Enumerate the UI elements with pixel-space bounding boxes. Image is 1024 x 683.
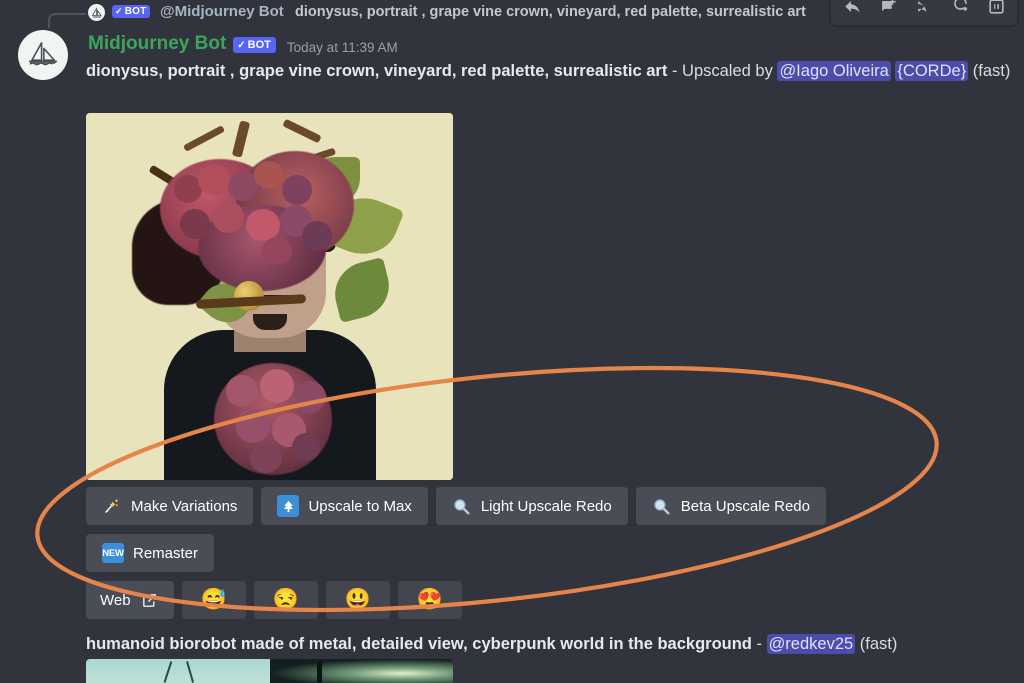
message-separator: - (667, 62, 682, 80)
image-grape (282, 175, 312, 205)
image-grape (260, 369, 294, 403)
midjourney-sailboat-icon (91, 7, 103, 19)
image-grape (302, 221, 332, 251)
mention-user[interactable]: @Iago Oliveira (777, 61, 890, 81)
remaster-button[interactable]: NEW Remaster (86, 534, 214, 572)
more-icon[interactable] (979, 0, 1013, 23)
image-grid-cell (270, 659, 454, 683)
reply-avatar (88, 4, 105, 21)
heart-eyes-emoji-button[interactable]: 😍 (398, 581, 462, 619)
make-variations-label: Make Variations (131, 498, 237, 515)
light-upscale-redo-label: Light Upscale Redo (481, 498, 612, 515)
magnifier-icon (652, 496, 672, 516)
reply-message-preview[interactable]: dionysus, portrait , grape vine crown, v… (295, 4, 855, 20)
beta-upscale-redo-button[interactable]: Beta Upscale Redo (636, 487, 826, 525)
upscale-to-max-button[interactable]: Upscale to Max (261, 487, 427, 525)
unamused-emoji: 😒 (273, 588, 299, 612)
action-row-remaster: NEW Remaster (86, 534, 214, 572)
message-timestamp: Today at 11:39 AM (287, 40, 398, 55)
thread-icon[interactable] (943, 0, 977, 23)
upscaled-by-label: Upscaled by (682, 62, 773, 80)
upscale-arrow-icon (277, 495, 299, 517)
reply-icon[interactable] (835, 0, 869, 23)
image-grape (262, 237, 292, 265)
reply-bot-badge: ✓ BOT (112, 5, 150, 18)
light-upscale-redo-button[interactable]: Light Upscale Redo (436, 487, 628, 525)
sweat-smile-emoji-button[interactable]: 😅 (182, 581, 246, 619)
grinning-emoji-button[interactable]: 😃 (326, 581, 390, 619)
message-content-2: humanoid biorobot made of metal, detaile… (86, 635, 1016, 654)
bot-badge-label: BOT (248, 39, 271, 51)
reply-bot-badge-label: BOT (125, 6, 147, 17)
new-badge-icon: NEW (102, 543, 124, 563)
image-grape (180, 209, 210, 239)
message-author-name[interactable]: Midjourney Bot (88, 33, 226, 55)
reply-spine-connector (48, 13, 86, 28)
image-grape (254, 161, 284, 189)
speed-label: (fast) (973, 62, 1011, 80)
bot-check-icon: ✓ (115, 6, 123, 17)
message-prompt: dionysus, portrait , grape vine crown, v… (86, 62, 667, 80)
image-grape (250, 443, 282, 473)
generated-image-2[interactable] (86, 659, 453, 683)
image-grape (236, 409, 270, 443)
reply-reference-bar[interactable]: ✓ BOT @Midjourney Bot dionysus, portrait… (0, 0, 1024, 28)
web-button[interactable]: Web (86, 581, 174, 619)
message-header: Midjourney Bot ✓ BOT Today at 11:39 AM (88, 33, 398, 55)
image-grape (292, 433, 320, 461)
magnifier-icon (452, 496, 472, 516)
reply-author-name[interactable]: @Midjourney Bot (160, 3, 284, 20)
remaster-label: Remaster (133, 545, 198, 562)
image-beard (253, 314, 287, 330)
midjourney-sailboat-icon (26, 38, 60, 72)
heart-eyes-emoji: 😍 (417, 588, 443, 612)
generated-image[interactable] (86, 113, 453, 480)
web-label: Web (100, 592, 131, 609)
message-2-prompt: humanoid biorobot made of metal, detaile… (86, 635, 752, 653)
avatar[interactable] (18, 30, 68, 80)
image-grape (212, 201, 244, 233)
forward-icon[interactable] (907, 0, 941, 23)
image-grid-cell (86, 659, 270, 683)
image-grape (294, 381, 326, 413)
bot-check-icon: ✓ (237, 40, 245, 51)
bot-badge: ✓ BOT (233, 37, 276, 53)
message-content: dionysus, portrait , grape vine crown, v… (86, 58, 1016, 85)
image-grape (198, 165, 230, 195)
action-row-web: Web 😅 😒 😃 😍 (86, 581, 462, 619)
make-variations-button[interactable]: Make Variations (86, 487, 253, 525)
action-row-primary: Make Variations Upscale to Max Light Ups… (86, 487, 826, 525)
upscale-to-max-label: Upscale to Max (308, 498, 411, 515)
image-grape (226, 375, 258, 407)
unamused-emoji-button[interactable]: 😒 (254, 581, 318, 619)
message-2-separator: - (752, 635, 767, 653)
speed-label-2: (fast) (860, 635, 898, 653)
mention-user-2[interactable]: @redkev25 (767, 634, 856, 654)
message-hover-toolbar[interactable] (830, 0, 1018, 26)
sweat-smile-emoji: 😅 (201, 588, 227, 612)
external-link-icon (140, 590, 160, 610)
grinning-emoji: 😃 (345, 588, 371, 612)
add-reaction-icon[interactable] (871, 0, 905, 23)
sparkles-icon (102, 496, 122, 516)
mention-tag[interactable]: {CORDe} (895, 61, 968, 81)
beta-upscale-redo-label: Beta Upscale Redo (681, 498, 810, 515)
